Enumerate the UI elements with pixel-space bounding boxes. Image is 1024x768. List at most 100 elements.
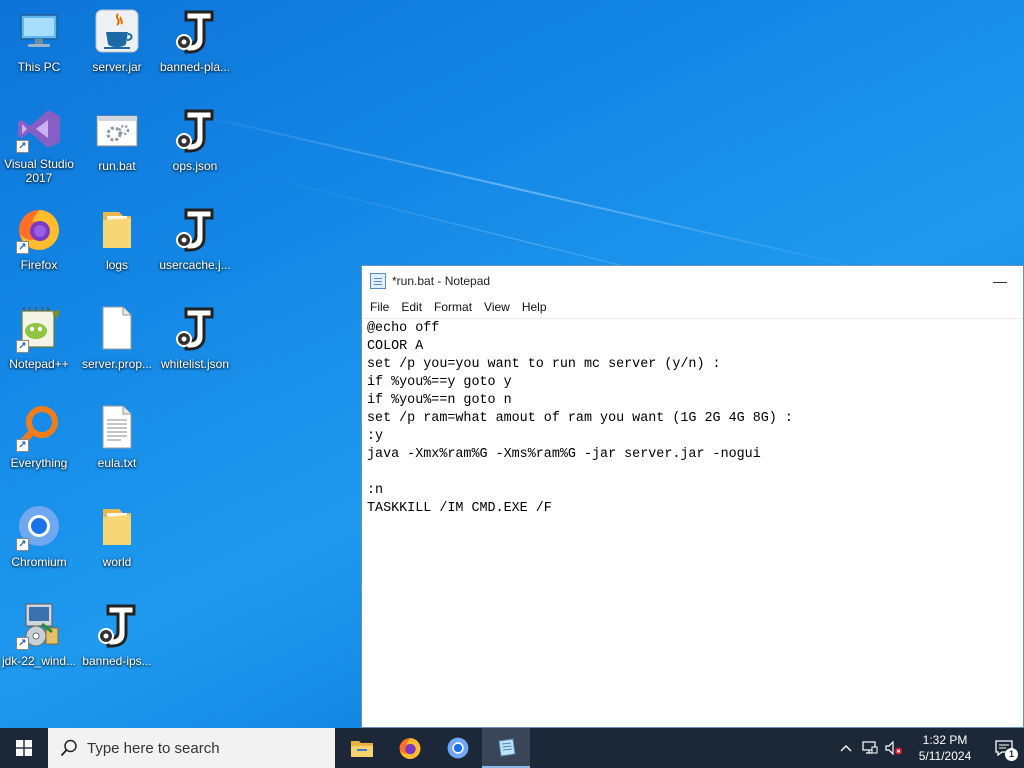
text-editor-area[interactable]: @echo off COLOR A set /p you=you want to… <box>362 318 1023 727</box>
notepad-plus-plus-icon: ↗ <box>14 303 64 353</box>
batch-file-icon <box>92 105 142 155</box>
file-explorer-icon <box>351 741 373 757</box>
shortcut-arrow-icon: ↗ <box>16 439 29 452</box>
shortcut-arrow-icon: ↗ <box>16 140 29 153</box>
taskbar-firefox[interactable] <box>386 728 434 768</box>
taskbar-clock[interactable]: 1:32 PM 5/11/2024 <box>906 732 984 764</box>
firefox-icon <box>399 738 421 759</box>
magnifier-icon: ↗ <box>14 402 64 452</box>
text-line: set /p you=you want to run mc server (y/… <box>367 357 721 372</box>
json-file-icon <box>170 204 220 254</box>
clock-date: 5/11/2024 <box>918 749 972 763</box>
desktop-icon-notepad-plus-plus[interactable]: ↗ Notepad++ <box>0 297 78 383</box>
notepad-icon <box>498 738 516 757</box>
text-line: :n <box>367 483 384 498</box>
desktop-icon-label: Notepad++ <box>9 357 69 371</box>
window-title: *run.bat - Notepad <box>392 274 491 288</box>
json-file-icon <box>170 303 220 353</box>
desktop-icon-eula-txt[interactable]: eula.txt <box>78 396 156 482</box>
text-line: TASKKILL /IM CMD.EXE /F <box>367 501 552 516</box>
start-button[interactable] <box>0 728 48 768</box>
desktop-icon-server-properties[interactable]: server.prop... <box>78 297 156 383</box>
menu-file[interactable]: File <box>364 300 395 314</box>
folder-icon <box>92 204 142 254</box>
text-line: :y <box>367 429 384 444</box>
action-center-button[interactable]: 1 <box>984 728 1024 768</box>
text-line: COLOR A <box>367 339 424 354</box>
firefox-icon: ↗ <box>14 204 64 254</box>
desktop-icon-label: usercache.j... <box>159 258 231 272</box>
desktop-icon-label: logs <box>105 258 128 272</box>
desktop-icon-label: Everything <box>10 456 68 470</box>
menu-help[interactable]: Help <box>516 300 553 314</box>
taskbar-file-explorer[interactable] <box>338 728 386 768</box>
taskbar: Type here to search 1:32 PM 5/11/2024 1 <box>0 728 1024 768</box>
installer-icon: ↗ <box>14 600 64 650</box>
desktop-icon-label: ops.json <box>172 159 218 173</box>
search-placeholder: Type here to search <box>87 739 220 757</box>
desktop-icon-label: run.bat <box>98 159 136 173</box>
shortcut-arrow-icon: ↗ <box>16 637 29 650</box>
desktop-icon-chromium[interactable]: ↗ Chromium <box>0 495 78 581</box>
desktop-icon-visual-studio[interactable]: ↗ Visual Studio 2017 <box>0 99 78 185</box>
notepad-title-bar[interactable]: *run.bat - Notepad <box>362 266 1023 296</box>
desktop-icon-label: Chromium <box>11 555 67 569</box>
menu-format[interactable]: Format <box>428 300 478 314</box>
shortcut-arrow-icon: ↗ <box>16 340 29 353</box>
desktop-icon-world-folder[interactable]: world <box>78 495 156 581</box>
text-line: java -Xmx%ram%G -Xms%ram%G -jar server.j… <box>367 447 761 462</box>
desktop-icon-label: banned-pla... <box>159 60 231 74</box>
shortcut-arrow-icon: ↗ <box>16 538 29 551</box>
json-file-icon <box>170 105 220 155</box>
desktop-icon-banned-ips[interactable]: banned-ips... <box>78 594 156 680</box>
volume-muted-icon[interactable] <box>882 728 906 768</box>
text-line: if %you%==n goto n <box>367 393 512 408</box>
desktop-icon-this-pc[interactable]: This PC <box>0 0 78 86</box>
desktop-icon-whitelist-json[interactable]: whitelist.json <box>156 297 234 383</box>
text-line: @echo off <box>367 321 440 336</box>
desktop-icon-label: world <box>102 555 132 569</box>
java-jar-icon <box>92 6 142 56</box>
taskbar-search-box[interactable]: Type here to search <box>48 728 335 768</box>
text-file-icon <box>92 402 142 452</box>
desktop-icon-label: Firefox <box>20 258 58 272</box>
windows-logo-icon <box>16 740 32 756</box>
desktop-icon-jdk-installer[interactable]: ↗ jdk-22_wind... <box>0 594 78 680</box>
desktop-icon-label: jdk-22_wind... <box>1 654 77 668</box>
notepad-icon <box>370 273 386 289</box>
desktop-icon-everything[interactable]: ↗ Everything <box>0 396 78 482</box>
desktop-icon-label: eula.txt <box>97 456 137 470</box>
desktop-icon-logs-folder[interactable]: logs <box>78 198 156 284</box>
desktop-icon-label: server.prop... <box>81 357 153 371</box>
menu-edit[interactable]: Edit <box>395 300 428 314</box>
notification-badge: 1 <box>1005 748 1018 761</box>
search-icon <box>60 739 77 757</box>
desktop-icon-server-jar[interactable]: server.jar <box>78 0 156 86</box>
text-line <box>367 464 1018 482</box>
desktop-icon-label: whitelist.json <box>160 357 230 371</box>
taskbar-notepad[interactable] <box>482 728 530 768</box>
chromium-icon: ↗ <box>14 501 64 551</box>
chevron-up-icon[interactable] <box>834 728 858 768</box>
folder-icon <box>92 501 142 551</box>
text-line: set /p ram=what amout of ram you want (1… <box>367 411 793 426</box>
wallpaper-light-beam <box>179 110 863 270</box>
menu-view[interactable]: View <box>478 300 516 314</box>
desktop-icon-label: Visual Studio 2017 <box>4 157 74 185</box>
json-file-icon <box>92 600 142 650</box>
desktop-icon-run-bat[interactable]: run.bat <box>78 99 156 185</box>
desktop-icon-firefox[interactable]: ↗ Firefox <box>0 198 78 284</box>
network-icon[interactable] <box>858 728 882 768</box>
desktop-icon-usercache[interactable]: usercache.j... <box>156 198 234 284</box>
desktop-icon-ops-json[interactable]: ops.json <box>156 99 234 185</box>
notepad-window[interactable]: *run.bat - Notepad — File Edit Format Vi… <box>361 265 1024 728</box>
chromium-icon <box>447 737 469 759</box>
desktop-icon-label: server.jar <box>92 60 142 74</box>
file-icon <box>92 303 142 353</box>
desktop-icon-banned-players[interactable]: banned-pla... <box>156 0 234 86</box>
json-file-icon <box>170 6 220 56</box>
minimize-button[interactable]: — <box>977 266 1023 296</box>
taskbar-chromium[interactable] <box>434 728 482 768</box>
shortcut-arrow-icon: ↗ <box>16 241 29 254</box>
text-line: if %you%==y goto y <box>367 375 512 390</box>
